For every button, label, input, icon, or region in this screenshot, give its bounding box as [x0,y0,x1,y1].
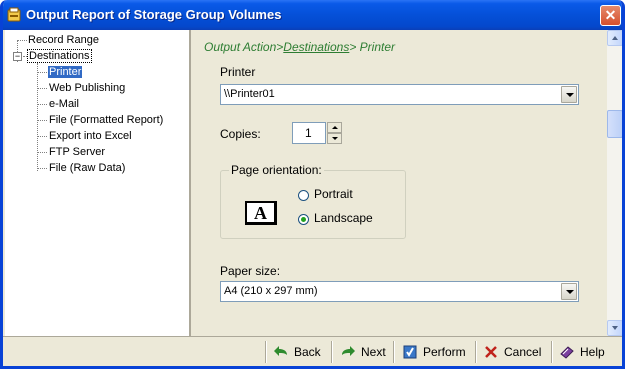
paper-size-select[interactable]: A4 (210 x 297 mm) [220,281,579,302]
landscape-label[interactable]: Landscape [314,211,373,225]
back-button[interactable]: Back [269,340,325,364]
perform-icon [403,345,417,359]
tree-item-file-raw[interactable]: File (Raw Data) [49,161,125,175]
portrait-radio[interactable] [298,190,309,201]
paper-size-label: Paper size: [220,264,281,278]
breadcrumb-current: > Printer [349,40,396,54]
title-bar[interactable]: Output Report of Storage Group Volumes ✕ [3,0,622,30]
printer-select-value: \\Printer01 [224,88,275,100]
scroll-down-icon[interactable] [607,320,622,336]
next-label: Next [361,345,386,359]
page-orientation-legend: Page orientation: [229,163,324,177]
tree-item-ftp-server[interactable]: FTP Server [49,145,105,159]
back-label: Back [294,345,321,359]
next-arrow-icon [342,346,355,356]
app-icon [7,7,21,22]
spin-up-icon[interactable] [327,122,342,133]
copies-input[interactable]: 1 [292,122,326,144]
perform-label: Perform [423,345,466,359]
back-arrow-icon [274,346,287,356]
spin-down-icon[interactable] [327,133,342,144]
printer-settings-panel: Output Action>Destinations> Printer Prin… [193,30,607,336]
copies-label: Copies: [220,127,261,141]
tree-item-web-publishing[interactable]: Web Publishing [49,81,125,95]
portrait-label[interactable]: Portrait [314,187,353,201]
tree-item-record-range[interactable]: Record Range [28,33,99,47]
help-label: Help [580,345,605,359]
bottom-toolbar: Back Next Perform Cancel Help [3,336,622,366]
destinations-tree: Record Range − Destinations Printer Web … [5,30,191,336]
cancel-x-icon [485,346,497,358]
dialog-window: Output Report of Storage Group Volumes ✕… [0,0,625,369]
close-button[interactable]: ✕ [600,5,621,26]
breadcrumb: Output Action>Destinations> Printer [204,40,395,54]
breadcrumb-root: Output Action> [204,40,284,54]
landscape-page-icon: A [245,201,277,225]
tree-item-email[interactable]: e-Mail [49,97,79,111]
paper-size-value: A4 (210 x 297 mm) [224,285,318,297]
tree-item-printer-label: Printer [48,66,83,78]
chevron-down-icon[interactable] [561,86,577,103]
tree-item-file-formatted[interactable]: File (Formatted Report) [49,113,163,127]
cancel-button[interactable]: Cancel [479,340,545,364]
chevron-down-icon[interactable] [561,283,577,300]
scroll-up-icon[interactable] [607,30,622,46]
printer-select[interactable]: \\Printer01 [220,84,579,105]
collapse-icon[interactable]: − [13,52,22,61]
breadcrumb-link-destinations[interactable]: Destinations [283,40,349,54]
landscape-radio[interactable] [298,214,309,225]
help-book-icon [560,346,574,359]
tree-item-printer[interactable]: Printer [48,65,83,79]
help-button[interactable]: Help [555,340,609,364]
window-title: Output Report of Storage Group Volumes [26,7,282,22]
tree-item-export-excel[interactable]: Export into Excel [49,129,132,143]
perform-button[interactable]: Perform [398,340,470,364]
tree-item-destinations-label: Destinations [27,49,92,63]
page-orientation-group: Page orientation: A Portrait Landscape [220,163,406,239]
close-icon: ✕ [604,7,617,23]
next-button[interactable]: Next [336,340,390,364]
vertical-scrollbar[interactable] [607,30,622,336]
printer-label: Printer [220,65,256,79]
scroll-thumb[interactable] [607,110,622,138]
tree-item-destinations[interactable]: Destinations [27,49,92,63]
cancel-label: Cancel [504,345,542,359]
